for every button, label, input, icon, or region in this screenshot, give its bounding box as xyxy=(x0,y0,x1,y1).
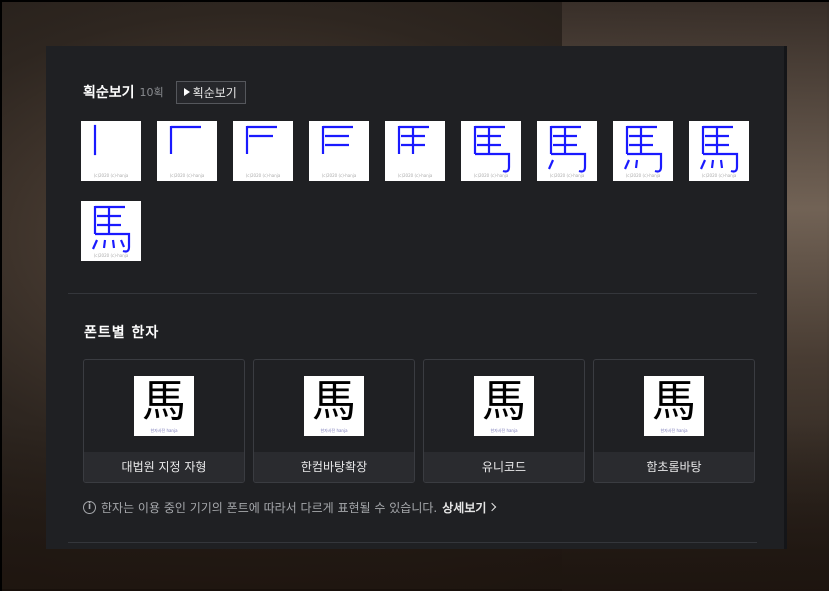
stroke-watermark: (c)2020 (c)-hanja xyxy=(321,173,357,178)
font-card-label: 유니코드 xyxy=(424,452,584,482)
font-glyph: 馬 xyxy=(652,376,696,427)
play-stroke-order-button[interactable]: 획순보기 xyxy=(175,80,246,104)
font-card-hancom-batang[interactable]: 馬 한자사전 hanja 한컴바탕확장 xyxy=(253,359,415,483)
hanja-detail-panel: 획순보기 10획 획순보기 (c)2020 (c)-hanja (c)2020 … xyxy=(46,46,786,549)
font-glyph: 馬 xyxy=(142,376,186,427)
font-watermark: 한자사전 hanja xyxy=(660,428,688,433)
stroke-step-glyph xyxy=(321,125,353,154)
font-card-label: 대법원 지정 자형 xyxy=(84,452,244,482)
stroke-step-glyph xyxy=(397,125,429,154)
stroke-watermark: (c)2020 (c)-hanja xyxy=(397,173,433,178)
stroke-watermark: (c)2020 (c)-hanja xyxy=(549,173,585,178)
stroke-count: 10획 xyxy=(139,86,164,99)
font-glyph-image: 馬 한자사전 hanja xyxy=(304,376,364,436)
stroke-step-glyph xyxy=(699,125,739,173)
details-link[interactable]: 상세보기 xyxy=(442,499,497,516)
stroke-watermark: (c)2020 (c)-hanja xyxy=(169,173,205,178)
stroke-step-8: (c)2020 (c)-hanja xyxy=(613,121,673,181)
stroke-step-1: (c)2020 (c)-hanja xyxy=(81,121,141,181)
details-link-label: 상세보기 xyxy=(442,500,487,515)
font-glyph: 馬 xyxy=(312,376,356,427)
font-watermark: 한자사전 hanja xyxy=(150,428,178,433)
info-icon: i xyxy=(83,500,96,514)
stroke-step-2: (c)2020 (c)-hanja xyxy=(157,121,217,181)
stroke-step-glyph xyxy=(623,125,663,173)
stroke-step-glyph xyxy=(91,205,131,253)
font-notice-text: 한자는 이용 중인 기기의 폰트에 따라서 다르게 표현될 수 있습니다. xyxy=(101,500,438,515)
font-watermark: 한자사전 hanja xyxy=(320,428,348,433)
chevron-right-icon xyxy=(488,502,497,512)
stroke-step-4: (c)2020 (c)-hanja xyxy=(309,121,369,181)
stroke-step-glyph xyxy=(245,125,277,154)
font-notice: i 한자는 이용 중인 기기의 폰트에 따라서 다르게 표현될 수 있습니다. … xyxy=(83,499,497,516)
stroke-watermark: (c)2020 (c)-hanja xyxy=(701,173,737,178)
font-card-supreme-court[interactable]: 馬 한자사전 hanja 대법원 지정 자형 xyxy=(83,359,245,483)
font-card-label: 한컴바탕확장 xyxy=(254,452,414,482)
stroke-step-6: (c)2020 (c)-hanja xyxy=(461,121,521,181)
font-glyph-image: 馬 한자사전 hanja xyxy=(134,376,194,436)
stroke-step-glyph xyxy=(473,125,511,173)
font-glyph-image: 馬 한자사전 hanja xyxy=(644,376,704,436)
font-glyph-image: 馬 한자사전 hanja xyxy=(474,376,534,436)
stroke-step-glyph xyxy=(93,124,97,156)
panel-scroll-edge xyxy=(784,46,787,549)
stroke-watermark: (c)2020 (c)-hanja xyxy=(93,253,129,258)
stroke-order-header: 획순보기 10획 획순보기 xyxy=(83,80,246,104)
stroke-order-title: 획순보기 xyxy=(83,85,135,101)
fonts-section-title: 폰트별 한자 xyxy=(84,325,160,341)
font-glyph: 馬 xyxy=(482,376,526,427)
font-card-label: 함초롬바탕 xyxy=(594,452,754,482)
stroke-step-7: (c)2020 (c)-hanja xyxy=(537,121,597,181)
stroke-step-glyph xyxy=(169,125,201,154)
font-watermark: 한자사전 hanja xyxy=(490,428,518,433)
stroke-watermark: (c)2020 (c)-hanja xyxy=(473,173,509,178)
play-stroke-order-label: 획순보기 xyxy=(192,85,237,100)
stroke-watermark: (c)2020 (c)-hanja xyxy=(245,173,281,178)
play-icon xyxy=(183,88,190,96)
section-divider xyxy=(68,293,757,294)
stroke-step-9: (c)2020 (c)-hanja xyxy=(689,121,749,181)
stroke-step-5: (c)2020 (c)-hanja xyxy=(385,121,445,181)
stroke-step-3: (c)2020 (c)-hanja xyxy=(233,121,293,181)
stroke-watermark: (c)2020 (c)-hanja xyxy=(93,173,129,178)
font-card-hamchorom-batang[interactable]: 馬 한자사전 hanja 함초롬바탕 xyxy=(593,359,755,483)
font-card-unicode[interactable]: 馬 한자사전 hanja 유니코드 xyxy=(423,359,585,483)
section-divider-bottom xyxy=(68,542,757,543)
stroke-watermark: (c)2020 (c)-hanja xyxy=(625,173,661,178)
stroke-step-glyph xyxy=(547,125,587,173)
stroke-step-10: (c)2020 (c)-hanja xyxy=(81,201,141,261)
